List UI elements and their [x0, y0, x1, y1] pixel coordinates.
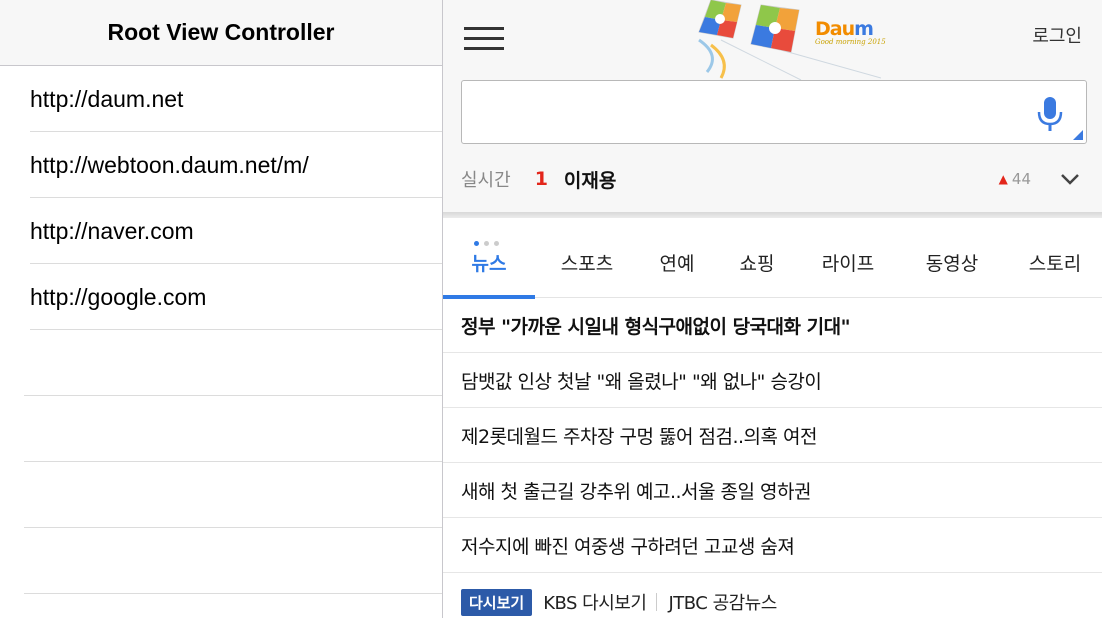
logo-subtitle: Good morning 2015	[815, 38, 886, 46]
realtime-keyword[interactable]: 이재용	[564, 166, 616, 193]
realtime-rank: 1	[534, 168, 548, 190]
login-link[interactable]: 로그인	[1032, 22, 1082, 48]
news-item[interactable]: 새해 첫 출근길 강추위 예고..서울 종일 영하권	[443, 463, 1102, 518]
search-box	[461, 80, 1087, 144]
tab-video[interactable]: 동영상	[909, 226, 995, 298]
empty-row	[0, 462, 442, 528]
news-item[interactable]: 저수지에 빠진 여중생 구하려던 고교생 숨져	[443, 518, 1102, 573]
logo-text: Daum	[815, 18, 874, 40]
category-tabs: 뉴스 스포츠 연예 쇼핑 라이프 동영상 스토리	[443, 226, 1102, 299]
news-title: 정부 "가까운 시일내 형식구애없이 당국대화 기대"	[461, 315, 850, 338]
daum-header: Daum Good morning 2015 로그인 실시간 1 이재용 ▲ 4…	[443, 0, 1102, 218]
tab-label: 스포츠	[560, 252, 614, 275]
change-value: 44	[1011, 170, 1031, 188]
news-title: 새해 첫 출근길 강추위 예고..서울 종일 영하권	[461, 480, 811, 503]
tab-entertainment[interactable]: 연예	[639, 226, 715, 298]
arrow-up-icon: ▲	[998, 172, 1008, 186]
tab-label: 쇼핑	[739, 252, 775, 275]
news-list: 정부 "가까운 시일내 형식구애없이 당국대화 기대" 담뱃값 인상 첫날 "왜…	[443, 298, 1102, 573]
nav-title: Root View Controller	[107, 19, 335, 45]
tab-news[interactable]: 뉴스	[443, 226, 535, 299]
tab-life[interactable]: 라이프	[805, 226, 891, 298]
empty-row	[0, 396, 442, 462]
news-item[interactable]: 제2롯데월드 주차장 구멍 뚫어 점검..의혹 여전	[443, 408, 1102, 463]
search-corner-icon	[1073, 130, 1083, 140]
url-label: http://naver.com	[30, 217, 194, 244]
microphone-icon[interactable]	[1036, 96, 1064, 132]
realtime-label: 실시간	[461, 170, 511, 191]
navigation-bar: Root View Controller	[0, 0, 442, 66]
tab-sports[interactable]: 스포츠	[543, 226, 631, 298]
daum-logo[interactable]: Daum Good morning 2015	[815, 18, 895, 58]
news-title: 저수지에 빠진 여중생 구하려던 고교생 숨져	[461, 535, 795, 558]
url-label: http://daum.net	[30, 85, 184, 112]
search-input[interactable]	[474, 91, 1014, 135]
page-dots-icon	[474, 241, 499, 246]
news-title: 담뱃값 인상 첫날 "왜 올렸나" "왜 없나" 승강이	[461, 370, 822, 393]
realtime-issue-bar: 실시간 1 이재용 ▲ 44	[461, 158, 1087, 200]
tab-label: 라이프	[821, 252, 875, 275]
empty-row	[0, 330, 442, 396]
news-title: 제2롯데월드 주차장 구멍 뚫어 점검..의혹 여전	[461, 425, 818, 448]
url-label: http://webtoon.daum.net/m/	[30, 151, 309, 178]
realtime-change: ▲ 44	[999, 170, 1031, 188]
news-item[interactable]: 담뱃값 인상 첫날 "왜 올렸나" "왜 없나" 승강이	[443, 353, 1102, 408]
split-view: Root View Controller http://daum.net htt…	[0, 0, 1102, 618]
url-row-webtoon[interactable]: http://webtoon.daum.net/m/	[0, 132, 442, 198]
tab-label: 스토리	[1028, 252, 1082, 275]
header-shadow	[443, 212, 1102, 218]
url-table: http://daum.net http://webtoon.daum.net/…	[0, 66, 442, 594]
menu-icon[interactable]	[464, 27, 504, 51]
replay-row: 다시보기 KBS 다시보기 JTBC 공감뉴스	[461, 588, 777, 616]
tab-label: 동영상	[925, 252, 979, 275]
tab-label: 뉴스	[471, 252, 507, 275]
url-row-daum[interactable]: http://daum.net	[0, 66, 442, 132]
web-view: Daum Good morning 2015 로그인 실시간 1 이재용 ▲ 4…	[443, 0, 1102, 618]
url-row-naver[interactable]: http://naver.com	[0, 198, 442, 264]
url-row-google[interactable]: http://google.com	[0, 264, 442, 330]
separator	[656, 593, 658, 611]
tab-label: 연예	[659, 252, 695, 275]
url-label: http://google.com	[30, 283, 207, 310]
master-pane: Root View Controller http://daum.net htt…	[0, 0, 442, 618]
tab-shopping[interactable]: 쇼핑	[721, 226, 793, 298]
replay-link-jtbc[interactable]: JTBC 공감뉴스	[668, 589, 777, 615]
chevron-down-icon[interactable]	[1057, 166, 1083, 192]
tab-story[interactable]: 스토리	[1011, 226, 1099, 298]
replay-badge: 다시보기	[461, 588, 533, 616]
empty-row	[0, 528, 442, 594]
news-item[interactable]: 정부 "가까운 시일내 형식구애없이 당국대화 기대"	[443, 298, 1102, 353]
replay-link-kbs[interactable]: KBS 다시보기	[543, 589, 647, 615]
